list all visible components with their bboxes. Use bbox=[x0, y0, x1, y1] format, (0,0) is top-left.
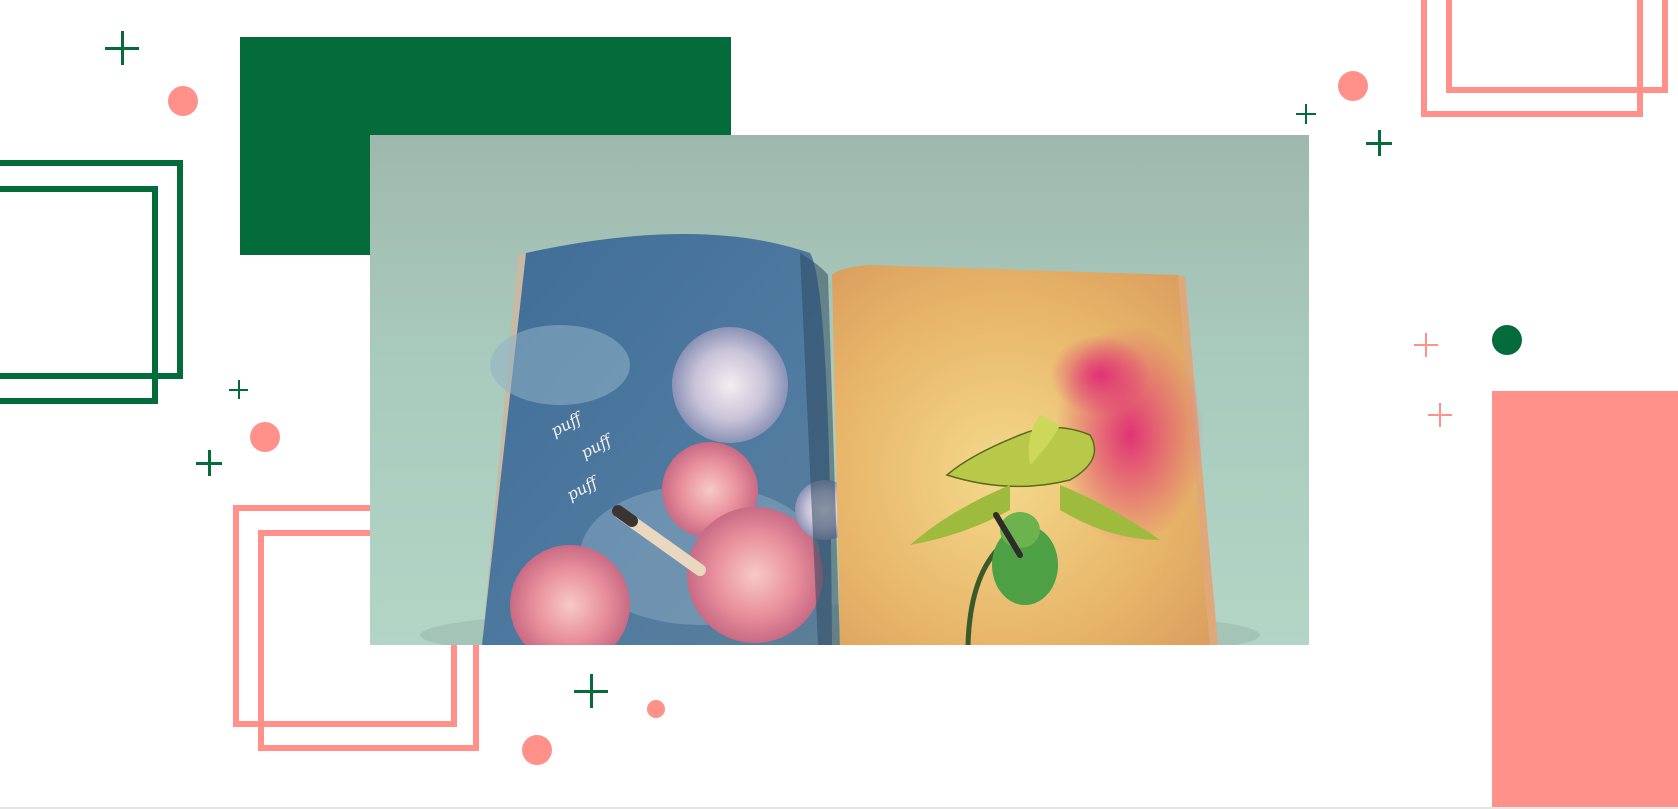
pink-dot-icon bbox=[168, 86, 198, 116]
pink-dot-icon bbox=[1338, 71, 1368, 101]
plus-icon bbox=[574, 674, 608, 708]
pink-dot-icon bbox=[522, 735, 552, 765]
plus-icon bbox=[1296, 104, 1316, 124]
magazine-illustration bbox=[420, 234, 1260, 645]
plus-icon bbox=[196, 450, 222, 476]
pink-outline-frame bbox=[1446, 0, 1668, 93]
green-outline-frame bbox=[0, 186, 158, 404]
pink-block bbox=[1492, 391, 1678, 809]
plus-icon bbox=[1366, 130, 1392, 156]
magazine-photo: puff puff puff bbox=[370, 135, 1309, 645]
plus-icon bbox=[105, 31, 139, 65]
plus-icon bbox=[1428, 403, 1452, 427]
plus-icon bbox=[1414, 333, 1438, 357]
plus-icon bbox=[229, 380, 248, 399]
green-dot-icon bbox=[1492, 325, 1522, 355]
pink-dot-icon bbox=[250, 422, 280, 452]
pink-dot-icon bbox=[647, 700, 665, 718]
